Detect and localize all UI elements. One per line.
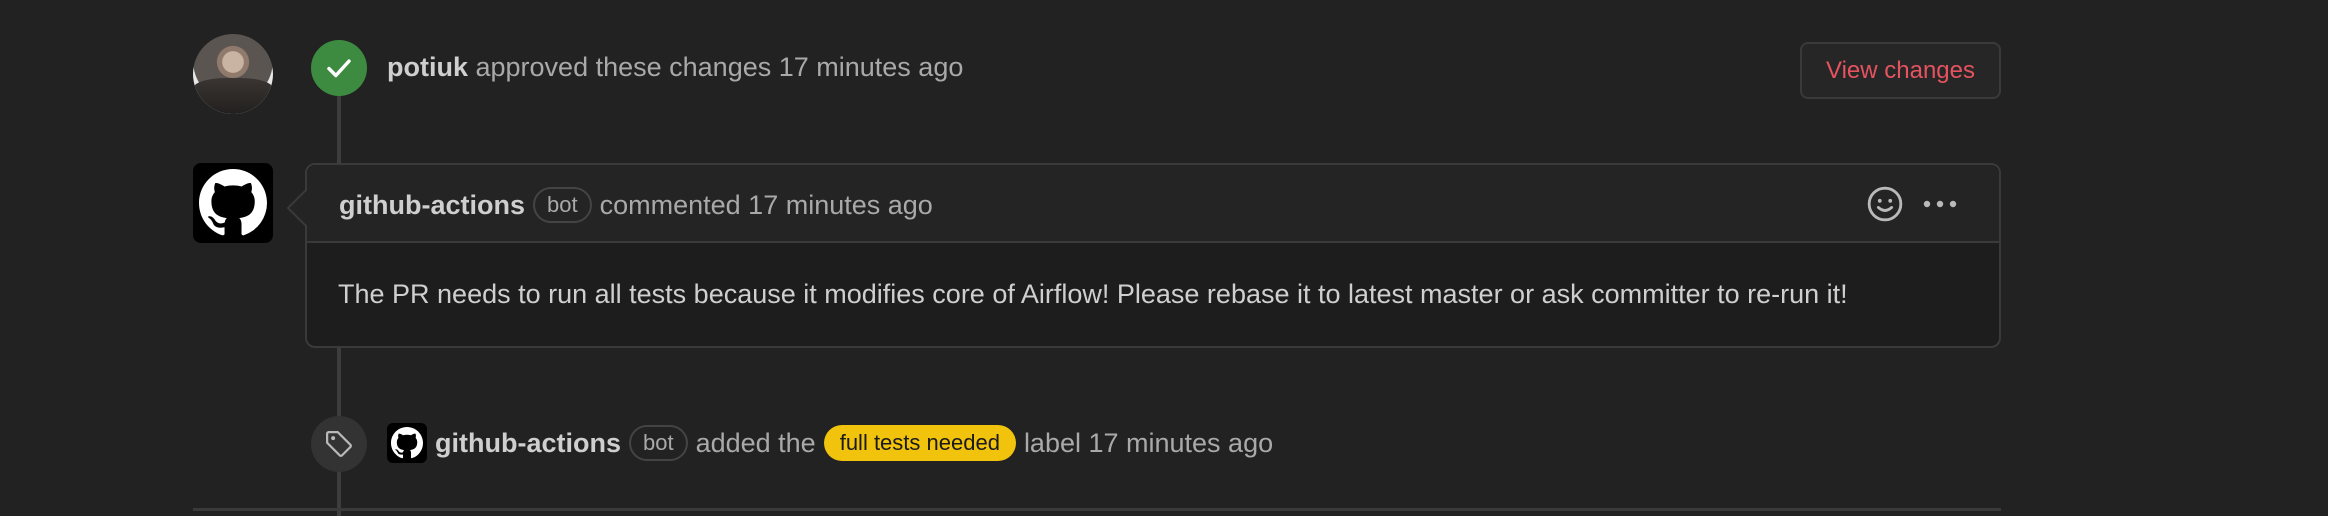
smiley-icon[interactable] <box>1866 185 1904 223</box>
label-event: github-actions bot added the full tests … <box>387 423 1273 463</box>
review-time[interactable]: 17 minutes ago <box>779 52 964 82</box>
label-event-after-text: label 17 minutes ago <box>1023 427 1274 458</box>
smiley-icon-svg <box>1867 186 1903 222</box>
comment-header: github-actions bot commented 17 minutes … <box>307 165 1999 243</box>
check-icon <box>311 40 367 96</box>
tag-icon <box>311 416 367 472</box>
view-changes-button[interactable]: View changes <box>1800 42 2001 99</box>
tag-icon-svg <box>326 431 352 457</box>
github-logo-small-icon <box>391 427 423 459</box>
label-full-tests-needed[interactable]: full tests needed <box>823 425 1016 461</box>
review-action-text: approved these changes <box>468 52 779 82</box>
kebab-icon-svg <box>1923 200 1957 208</box>
label-event-before-text: added the <box>695 427 816 458</box>
github-actions-avatar[interactable] <box>193 163 273 243</box>
comment-action-text: commented <box>599 189 741 220</box>
review-summary: potiuk approved these changes 17 minutes… <box>387 52 963 83</box>
bot-badge: bot <box>628 425 688 461</box>
label-event-author-link[interactable]: github-actions <box>435 428 621 459</box>
comment-time[interactable]: 17 minutes ago <box>748 190 933 221</box>
review-author-link[interactable]: potiuk <box>387 52 468 82</box>
comment-body: The PR needs to run all tests because it… <box>338 279 1848 309</box>
avatar[interactable] <box>193 34 273 114</box>
avatar-shade <box>193 78 273 114</box>
divider <box>193 508 2001 511</box>
kebab-horizontal-icon[interactable] <box>1921 185 1959 223</box>
github-actions-mini-avatar[interactable] <box>387 423 427 463</box>
comment-card: github-actions bot commented 17 minutes … <box>286 163 2001 348</box>
bot-badge: bot <box>532 187 592 223</box>
comment-author-link[interactable]: github-actions <box>339 190 525 221</box>
check-icon-svg <box>327 59 351 78</box>
comment-header-text: github-actions bot commented 17 minutes … <box>339 187 933 223</box>
github-logo-icon <box>199 169 267 236</box>
